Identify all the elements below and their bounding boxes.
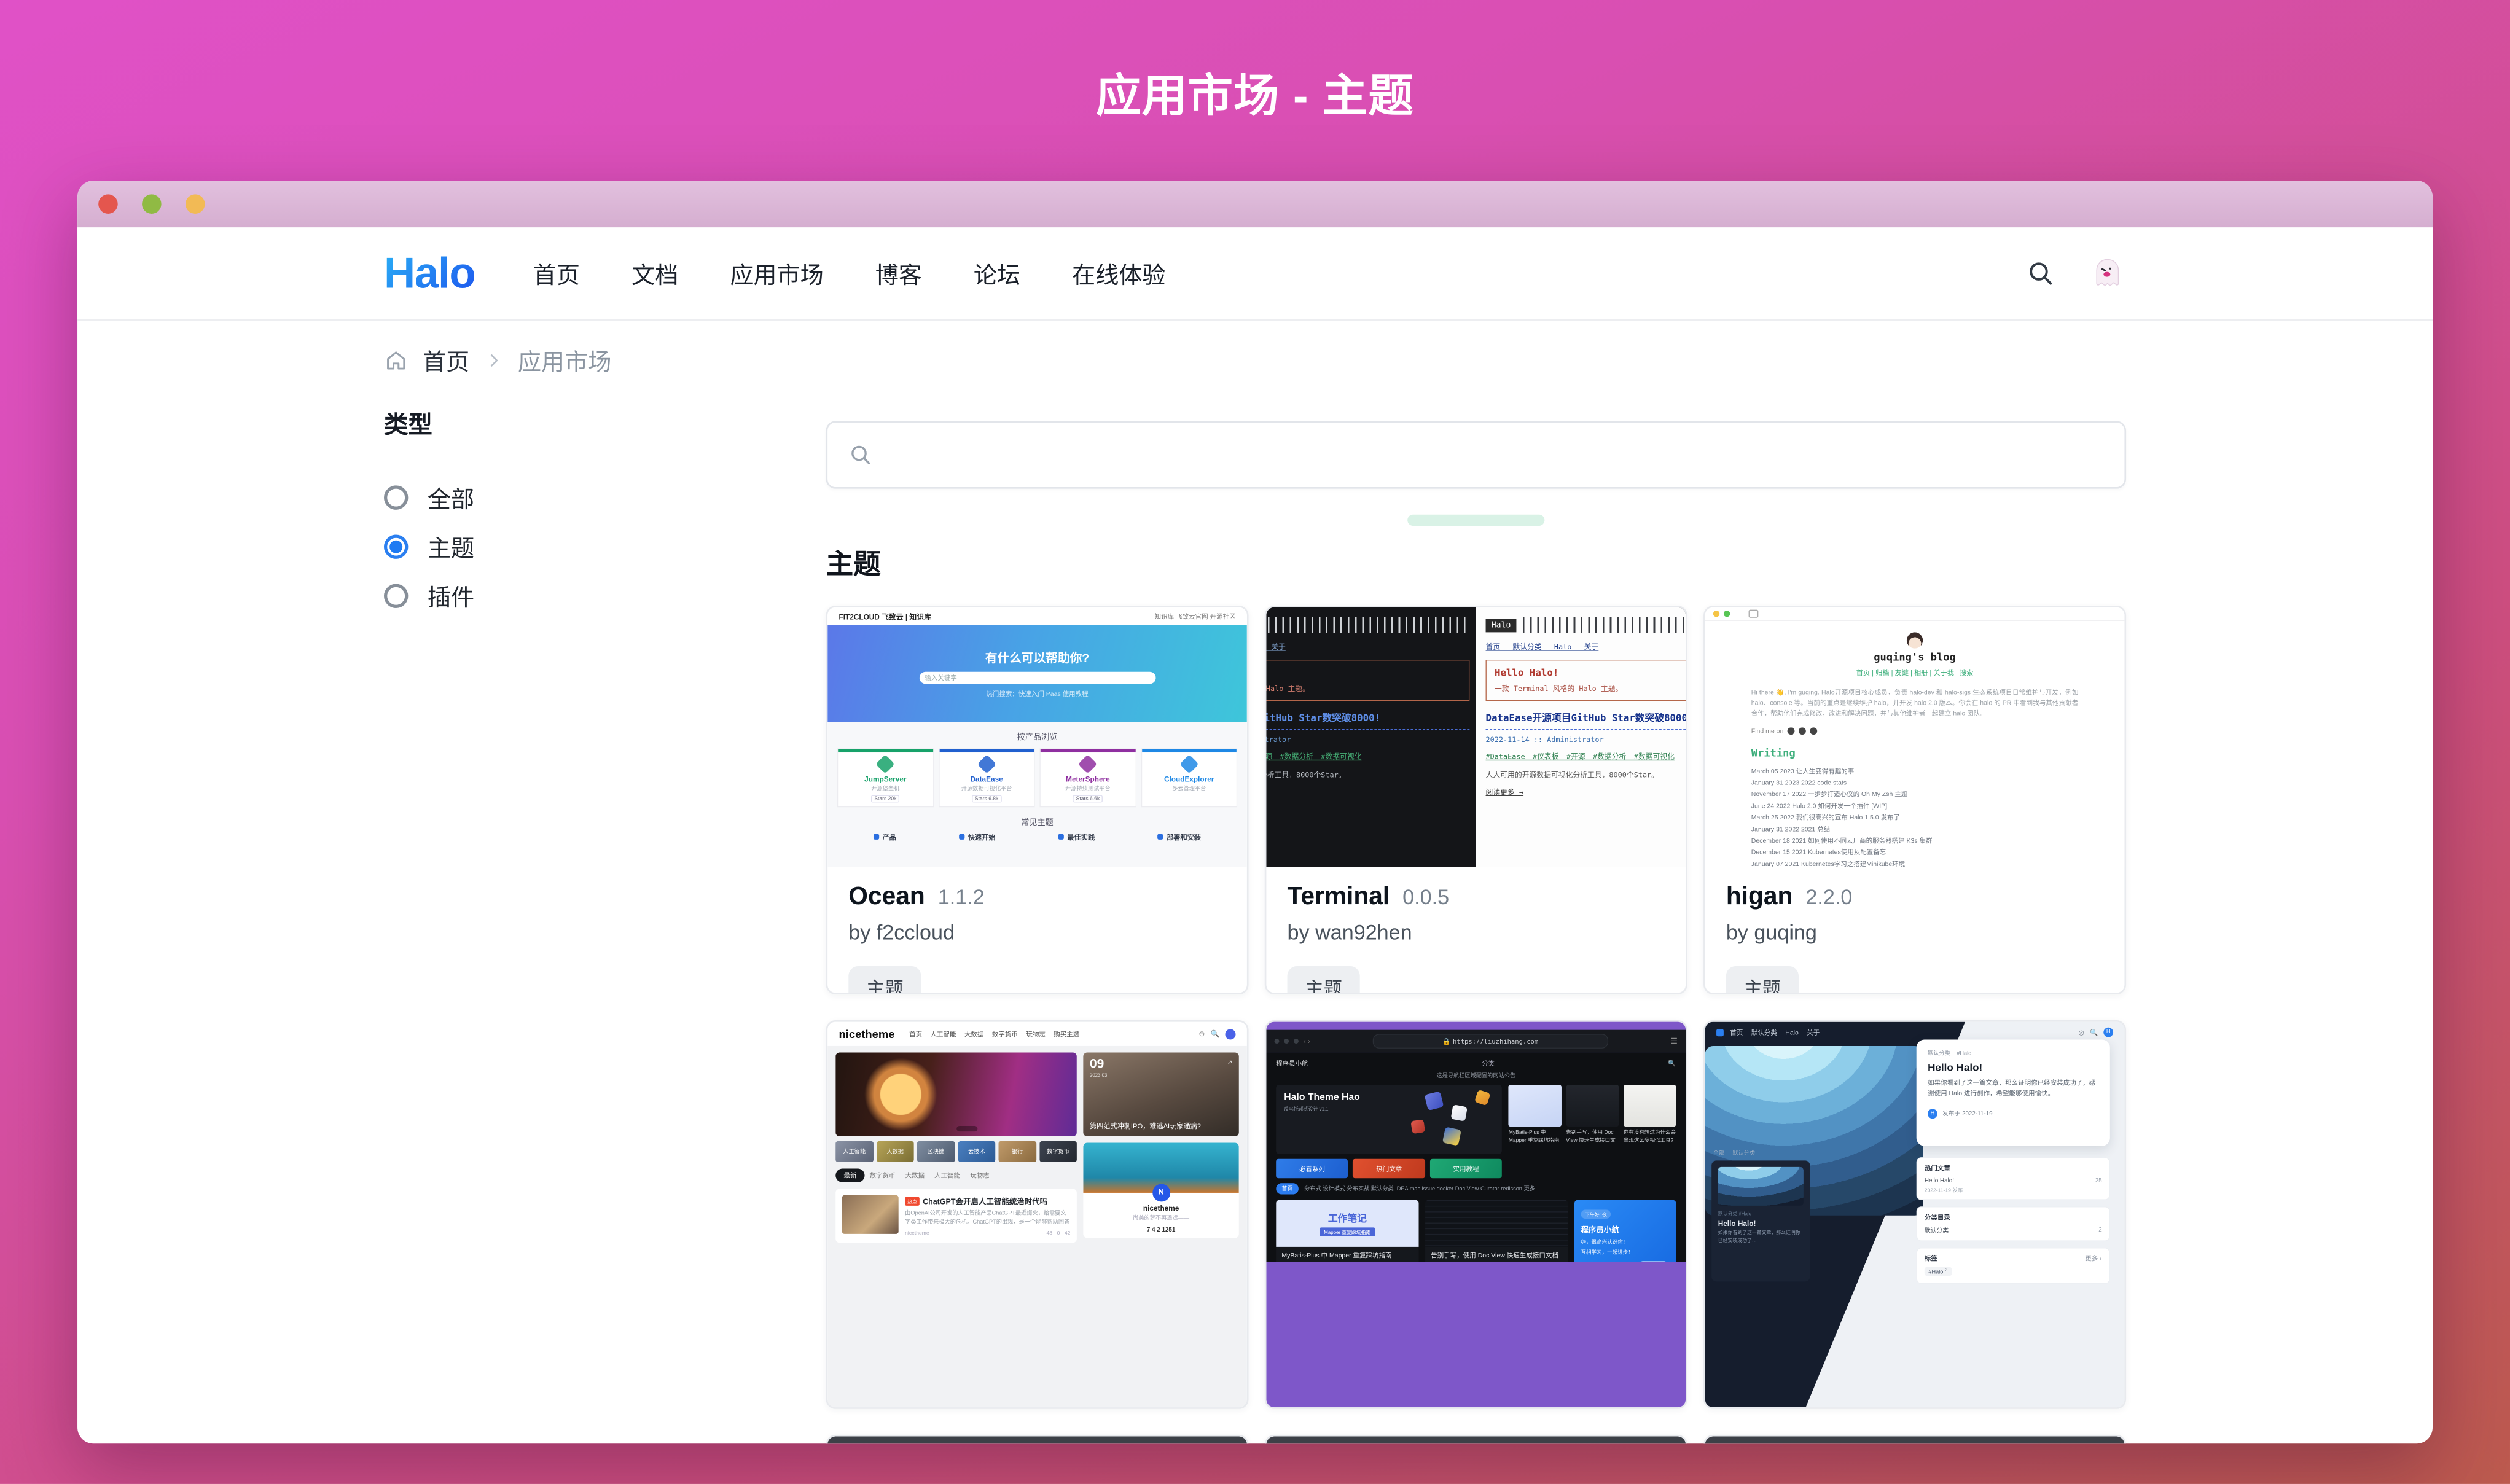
hao-preview-image: ‹ › 🔒https://liuzhihang.com ☰ 程序员小航分类🔍 这… [1266, 1022, 1686, 1408]
ocean-preview-image: FIT2CLOUD 飞致云 | 知识库 知识库 飞致云官网 开源社区 有什么可以… [827, 607, 1247, 867]
ocean-product-dataease: DataEase 开源数据可视化平台 Stars 6.8k [939, 748, 1035, 807]
higan-intro: Hi there 👋, I'm guqing. Halo开源项目核心成员，负责 … [1751, 687, 2079, 719]
theme-card-pandapro[interactable]: nicetheme 首页 人工智能 大数据 数字货币 玩物志 购买主题 ⊖🔍 人… [826, 1020, 1249, 1409]
close-window-button[interactable] [98, 194, 118, 214]
pandapro-profile-card: N nicetheme 尚美的梦不再遥远—— 7 4 2 1251 [1083, 1143, 1238, 1238]
higan-post-list: March 05 2023 让人生变得有趣的事 January 31 2023 … [1751, 766, 2079, 867]
ocean-menu: 知识库 飞致云官网 开源社区 [1155, 612, 1236, 620]
minimize-window-button[interactable] [142, 194, 162, 214]
theme-version: 1.1.2 [938, 885, 985, 910]
pandapro-hero-image [835, 1052, 1077, 1136]
nav-item-market[interactable]: 应用市场 [730, 257, 823, 291]
higan-blog-title: guqing's blog [1705, 652, 2125, 664]
theme-grid: FIT2CLOUD 飞致云 | 知识库 知识库 飞致云官网 开源社区 有什么可以… [826, 606, 2127, 1443]
radio-icon-all[interactable] [384, 485, 408, 509]
ocean-hero-search: 输入关键字 [919, 671, 1155, 684]
partial-theme-card[interactable]: ⊕ + [826, 1435, 1249, 1443]
ocean-browse-label: 按产品浏览 [827, 722, 1247, 742]
higan-writing-heading: Writing [1751, 748, 2079, 760]
theme-version: 0.0.5 [1402, 885, 1449, 910]
pandapro-feature-card: 09 2023.03 ↗ 第四范式冲刺IPO，难逃AI玩家通病? [1083, 1052, 1238, 1136]
breadcrumb-current: 应用市场 [518, 343, 611, 377]
theme-version: 2.2.0 [1805, 885, 1852, 910]
higan-mini-titlebar [1705, 607, 2125, 621]
window-titlebar [77, 181, 2433, 227]
theme-type-badge: 主题 [1288, 966, 1360, 994]
earth-sidebar: 热门文章 Hello Halo!25 2022-11-19 发布 分类目录 默认… [1917, 1157, 2110, 1291]
ocean-product-cloudexplorer: CloudExplorer 多云管理平台 [1141, 748, 1237, 807]
earth-article-card: 默认分类 #Halo Hello Halo! 如果你看到了这一篇文章，那么证明你… [1917, 1039, 2110, 1146]
radio-label-all: 全部 [428, 480, 474, 514]
partial-card-browser-chrome: ⊕ + [827, 1436, 1247, 1443]
theme-card-hao[interactable]: ‹ › 🔒https://liuzhihang.com ☰ 程序员小航分类🔍 这… [1265, 1020, 1687, 1409]
section-heading: 主题 [826, 542, 2127, 581]
nav-item-forum[interactable]: 论坛 [974, 257, 1020, 291]
desktop-background: 应用市场 - 主题 Halo 首页 文档 应用市场 博客 论坛 在线体验 [0, 0, 2510, 1484]
chevron-right-icon [484, 351, 504, 370]
theme-type-badge: 主题 [848, 966, 921, 994]
higan-nav: 首页 | 归档 | 友链 | 相册 | 关于我 | 搜索 [1705, 668, 2125, 678]
radio-label-plugin: 插件 [428, 579, 474, 612]
terminal-preview-image: Halo 首页 默认分类 Halo 关于 Hello Halo!一款 Termi… [1266, 607, 1686, 867]
radio-option-plugin[interactable]: 插件 [384, 571, 826, 620]
site-navbar: Halo 首页 文档 应用市场 博客 论坛 在线体验 [77, 227, 2433, 321]
theme-author: by f2ccloud [848, 920, 1226, 945]
pandapro-avatar [1225, 1029, 1235, 1039]
nav-item-blog[interactable]: 博客 [875, 257, 922, 291]
pandapro-article-thumb [842, 1195, 899, 1234]
nav-links: 首页 文档 应用市场 博客 论坛 在线体验 [533, 257, 1166, 291]
theme-card-ocean[interactable]: FIT2CLOUD 飞致云 | 知识库 知识库 飞致云官网 开源社区 有什么可以… [826, 606, 1249, 994]
ocean-product-metersphere: MeterSphere 开源持续测试平台 Stars 6.6k [1039, 748, 1136, 807]
theme-card-earth[interactable]: 首页 默认分类 Halo 关于 ◎🔍H 默认分类 #Halo Hello Hal… [1703, 1020, 2126, 1409]
nav-item-home[interactable]: 首页 [533, 257, 580, 291]
user-avatar-ghost[interactable] [2089, 255, 2126, 292]
radio-option-all[interactable]: 全部 [384, 472, 826, 521]
ocean-hero-title: 有什么可以帮助你? [985, 649, 1090, 666]
radio-icon-theme-selected[interactable] [384, 534, 408, 558]
higan-preview-image: guqing's blog 首页 | 归档 | 友链 | 相册 | 关于我 | … [1705, 607, 2125, 867]
theme-author: by wan92hen [1288, 920, 1665, 945]
radio-option-theme[interactable]: 主题 [384, 522, 826, 571]
halo-logo[interactable]: Halo [384, 248, 475, 298]
ocean-product-jumpserver: JumpServer 开源堡垒机 Stars 20k [837, 748, 934, 807]
breadcrumb-home[interactable]: 首页 [423, 343, 469, 377]
theme-type-badge: 主题 [1726, 966, 1799, 994]
partial-theme-card[interactable]: ⊕ − [1703, 1435, 2126, 1443]
partial-card-browser-chrome: ⊕ + [1266, 1436, 1686, 1443]
partial-theme-card[interactable]: ⊕ + [1265, 1435, 1687, 1443]
home-icon[interactable] [384, 348, 408, 372]
nav-item-demo[interactable]: 在线体验 [1072, 257, 1165, 291]
theme-card-terminal[interactable]: Halo 首页 默认分类 Halo 关于 Hello Halo!一款 Termi… [1265, 606, 1687, 994]
scroll-indicator [1407, 515, 1544, 526]
search-icon[interactable] [2026, 259, 2055, 287]
radio-label-theme: 主题 [428, 529, 474, 563]
browser-window: Halo 首页 文档 应用市场 博客 论坛 在线体验 [77, 181, 2433, 1443]
nav-item-docs[interactable]: 文档 [631, 257, 678, 291]
earth-mini-card: 默认分类 #Halo Hello Halo! 如果你看到了这一篇文章，那么证明你… [1711, 1160, 1810, 1281]
earth-preview-image: 首页 默认分类 Halo 关于 ◎🔍H 默认分类 #Halo Hello Hal… [1705, 1022, 2125, 1408]
search-input-icon [848, 443, 872, 467]
partial-card-browser-chrome: ⊕ − [1705, 1436, 2125, 1443]
zoom-window-button[interactable] [186, 194, 205, 214]
higan-avatar [1907, 632, 1923, 648]
theme-name: Terminal [1288, 881, 1390, 910]
ocean-topics-label: 常见主题 [827, 807, 1247, 827]
theme-author: by guqing [1726, 920, 2103, 945]
market-search-input[interactable] [826, 421, 2127, 488]
theme-card-higan[interactable]: guqing's blog 首页 | 归档 | 友链 | 相册 | 关于我 | … [1703, 606, 2126, 994]
breadcrumb: 首页 应用市场 [384, 343, 2126, 377]
radio-icon-plugin[interactable] [384, 584, 408, 607]
theme-name: Ocean [848, 881, 925, 910]
filter-sidebar: 类型 全部 主题 插件 [384, 405, 826, 1443]
theme-name: higan [1726, 881, 1793, 910]
ocean-brand: FIT2CLOUD 飞致云 | 知识库 [839, 611, 931, 622]
pandapro-preview-image: nicetheme 首页 人工智能 大数据 数字货币 玩物志 购买主题 ⊖🔍 人… [827, 1022, 1247, 1408]
filter-heading: 类型 [384, 405, 826, 440]
type-radio-group: 全部 主题 插件 [384, 472, 826, 620]
page-title: 应用市场 - 主题 [0, 60, 2510, 125]
ocean-hero-links: 热门搜索：快速入门 Paas 使用教程 [986, 689, 1088, 698]
